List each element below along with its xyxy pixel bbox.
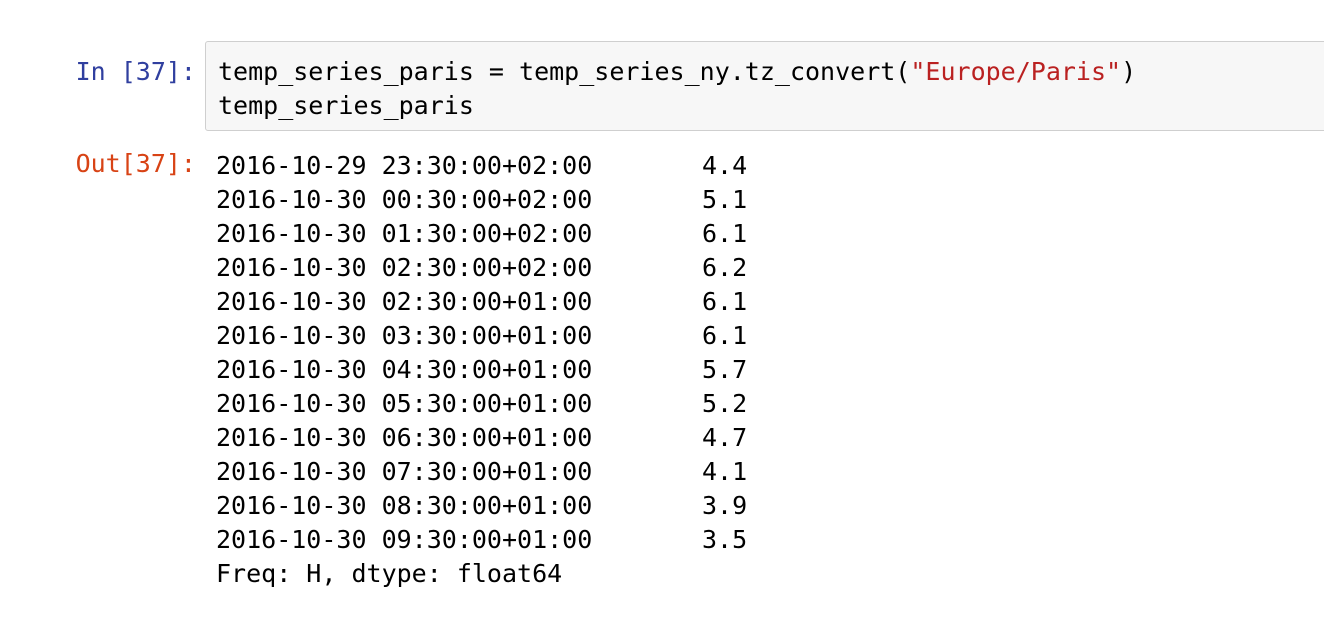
series-footer: Freq: H, dtype: float64 bbox=[216, 559, 563, 588]
series-timestamp: 2016-10-30 08:30:00+01:00 bbox=[216, 491, 593, 520]
series-row: 2016-10-29 23:30:00+02:00 4.4 bbox=[216, 149, 762, 183]
series-value: 3.9 bbox=[702, 491, 748, 520]
series-value: 5.1 bbox=[702, 185, 748, 214]
series-value: 4.1 bbox=[702, 457, 748, 486]
series-row: 2016-10-30 08:30:00+01:00 3.9 bbox=[216, 489, 762, 523]
series-timestamp: 2016-10-30 02:30:00+02:00 bbox=[216, 253, 593, 282]
code-line-1-text: temp_series_paris = temp_series_ny.tz_co… bbox=[218, 57, 911, 86]
code-line-1-close: ) bbox=[1121, 57, 1137, 86]
series-value: 5.2 bbox=[702, 389, 748, 418]
series-value: 3.5 bbox=[702, 525, 748, 554]
input-prompt: In [37]: bbox=[75, 57, 196, 86]
series-timestamp: 2016-10-30 05:30:00+01:00 bbox=[216, 389, 593, 418]
series-timestamp: 2016-10-30 09:30:00+01:00 bbox=[216, 525, 593, 554]
code-string-literal: "Europe/Paris" bbox=[910, 57, 1122, 86]
series-value: 5.7 bbox=[702, 355, 748, 384]
series-timestamp: 2016-10-30 00:30:00+02:00 bbox=[216, 185, 593, 214]
series-row: 2016-10-30 06:30:00+01:00 4.7 bbox=[216, 421, 762, 455]
series-row: 2016-10-30 07:30:00+01:00 4.1 bbox=[216, 455, 762, 489]
code-line-1: temp_series_paris = temp_series_ny.tz_co… bbox=[218, 55, 1136, 89]
series-timestamp: 2016-10-30 02:30:00+01:00 bbox=[216, 287, 593, 316]
code-input-area[interactable]: temp_series_paris = temp_series_ny.tz_co… bbox=[205, 41, 1324, 131]
code-editor[interactable]: temp_series_paris = temp_series_ny.tz_co… bbox=[218, 55, 1136, 123]
series-value: 6.1 bbox=[702, 287, 748, 316]
series-output: 2016-10-29 23:30:00+02:00 4.4 2016-10-30 0… bbox=[216, 149, 762, 557]
series-value: 6.2 bbox=[702, 253, 748, 282]
code-line-2: temp_series_paris bbox=[218, 91, 474, 120]
series-timestamp: 2016-10-30 03:30:00+01:00 bbox=[216, 321, 593, 350]
series-value: 4.4 bbox=[702, 151, 748, 180]
series-value: 6.1 bbox=[702, 321, 748, 350]
series-value: 4.7 bbox=[702, 423, 748, 452]
series-row: 2016-10-30 09:30:00+01:00 3.5 bbox=[216, 523, 762, 557]
series-timestamp: 2016-10-30 06:30:00+01:00 bbox=[216, 423, 593, 452]
series-row: 2016-10-30 04:30:00+01:00 5.7 bbox=[216, 353, 762, 387]
series-value: 6.1 bbox=[702, 219, 748, 248]
series-row: 2016-10-30 05:30:00+01:00 5.2 bbox=[216, 387, 762, 421]
output-area: 2016-10-29 23:30:00+02:00 4.4 2016-10-30 0… bbox=[216, 149, 762, 591]
series-timestamp: 2016-10-30 01:30:00+02:00 bbox=[216, 219, 593, 248]
series-timestamp: 2016-10-30 07:30:00+01:00 bbox=[216, 457, 593, 486]
series-timestamp: 2016-10-29 23:30:00+02:00 bbox=[216, 151, 593, 180]
series-row: 2016-10-30 01:30:00+02:00 6.1 bbox=[216, 217, 762, 251]
series-timestamp: 2016-10-30 04:30:00+01:00 bbox=[216, 355, 593, 384]
series-row: 2016-10-30 03:30:00+01:00 6.1 bbox=[216, 319, 762, 353]
series-row: 2016-10-30 00:30:00+02:00 5.1 bbox=[216, 183, 762, 217]
series-row: 2016-10-30 02:30:00+02:00 6.2 bbox=[216, 251, 762, 285]
output-prompt: Out[37]: bbox=[75, 149, 196, 178]
notebook-cell[interactable]: In [37]: temp_series_paris = temp_series… bbox=[0, 0, 1324, 620]
series-row: 2016-10-30 02:30:00+01:00 6.1 bbox=[216, 285, 762, 319]
